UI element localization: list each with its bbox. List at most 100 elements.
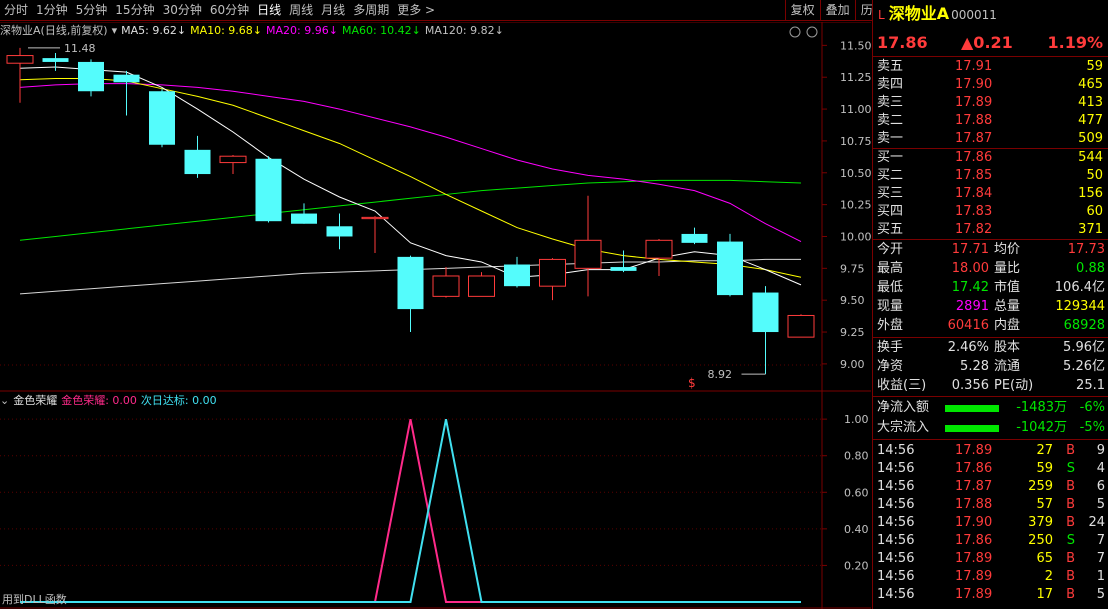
legend-toggle-icon[interactable]: ▾ xyxy=(112,23,118,39)
legend-title: 深物业A(日线,前复权) xyxy=(0,24,108,37)
tab-period[interactable]: 月线 xyxy=(317,0,349,21)
indicator-line xyxy=(20,418,801,603)
last-price: 17.86 xyxy=(877,33,928,52)
bid-label: 买三 xyxy=(877,186,904,201)
stat-value: 2.46% xyxy=(947,340,989,355)
indicator-toggle-icon[interactable]: ⌄ xyxy=(0,393,9,409)
bid-price: 17.85 xyxy=(955,168,993,183)
ask-row: 卖四 17.90 465 xyxy=(873,76,1108,94)
stat-row: 最高 18.00 量比 0.88 xyxy=(873,260,1108,278)
y-tick-label: 9.50 xyxy=(840,294,865,307)
stat-label: 均价 xyxy=(994,242,1021,257)
indicator-line xyxy=(20,418,801,603)
tab-period[interactable]: 分时 xyxy=(0,0,32,21)
ask-label: 卖四 xyxy=(877,77,904,92)
tick-count: 7 xyxy=(1096,551,1105,566)
tab-period[interactable]: 5分钟 xyxy=(72,0,112,21)
dollar-marker: $ xyxy=(688,376,696,390)
ask-volume: 477 xyxy=(1078,113,1103,128)
stat-label: 外盘 xyxy=(877,318,904,333)
candle-body xyxy=(291,213,317,224)
bid-price: 17.82 xyxy=(955,222,993,237)
indicator-tick-label: 0.80 xyxy=(844,450,869,463)
tab-period[interactable]: 多周期 xyxy=(349,0,393,21)
candle-body xyxy=(610,267,637,271)
stock-code: 000011 xyxy=(951,8,997,22)
indicator-name[interactable]: 金色荣耀 xyxy=(13,393,57,409)
stat-label: 换手 xyxy=(877,340,904,355)
stat-value: 5.28 xyxy=(960,359,989,374)
chart-canvas[interactable]: 11.50 11.25 11.00 10.75 10.50 10.25 10.00 9.75 9… xyxy=(0,22,871,609)
tick-volume: 27 xyxy=(1036,443,1053,458)
bid-label: 买二 xyxy=(877,168,904,183)
candle-body xyxy=(468,275,495,297)
candle-body xyxy=(752,292,779,333)
tick-time: 14:56 xyxy=(877,497,915,512)
indicator-tick-label: 0.40 xyxy=(844,523,869,536)
tab-period[interactable]: 日线 xyxy=(253,0,285,21)
candle-body xyxy=(113,74,140,83)
stat-value: 18.00 xyxy=(951,261,989,276)
candle-body xyxy=(255,158,282,222)
stat-label: 总量 xyxy=(994,299,1021,314)
candle-body xyxy=(184,149,211,175)
price-change: ▲0.21 xyxy=(961,33,1013,52)
stat-row: 今开 17.71 均价 17.73 xyxy=(873,241,1108,259)
tick-time: 14:56 xyxy=(877,479,915,494)
y-tick-label: 10.50 xyxy=(840,167,871,180)
stat-label: 收益(三) xyxy=(877,378,927,393)
candle-body xyxy=(787,314,815,338)
ask-label: 卖五 xyxy=(877,59,904,74)
tab-period[interactable]: 30分钟 xyxy=(159,0,206,21)
divider xyxy=(873,239,1108,240)
bid-volume: 156 xyxy=(1078,186,1103,201)
tick-price: 17.86 xyxy=(955,533,993,548)
tick-count: 5 xyxy=(1096,587,1105,602)
tick-time: 14:56 xyxy=(877,515,915,530)
tick-volume: 59 xyxy=(1036,461,1053,476)
bid-volume: 544 xyxy=(1078,150,1103,165)
candle-body xyxy=(574,239,602,269)
chart-area[interactable]: 11.50 11.25 11.00 10.75 10.50 10.25 10.00 9.75 9… xyxy=(0,22,871,609)
price-change-pct: 1.19% xyxy=(1047,33,1103,52)
stat-value: 60416 xyxy=(947,318,989,333)
tick-side: B xyxy=(1066,497,1075,512)
tick-side: B xyxy=(1066,479,1075,494)
tick-time: 14:56 xyxy=(877,569,915,584)
stat-row: 最低 17.42 市值 106.4亿 xyxy=(873,279,1108,297)
tick-price: 17.89 xyxy=(955,569,993,584)
candle-body xyxy=(326,226,353,237)
tick-row: 14:56 17.86 59 S 4 xyxy=(873,460,1108,478)
tab-period[interactable]: 更多 > xyxy=(393,0,439,21)
tab-period[interactable]: 1分钟 xyxy=(32,0,72,21)
indicator-legend: ⌄ 金色荣耀 金色荣耀: 0.00 次日达标: 0.00 xyxy=(0,393,221,409)
tab-period[interactable]: 60分钟 xyxy=(206,0,253,21)
tool-button[interactable]: 复权 xyxy=(784,0,820,21)
tick-volume: 259 xyxy=(1028,479,1053,494)
period-tabs: 分时 1分钟 5分钟 15分钟 30分钟 60分钟 日线 周线 月线 多周期 更多 > xyxy=(0,0,439,21)
circle-icon xyxy=(806,26,818,38)
candle-body xyxy=(645,239,673,259)
stat2-row: 换手 2.46% 股本 5.96亿 xyxy=(873,339,1108,357)
tick-count: 7 xyxy=(1096,533,1105,548)
tab-period[interactable]: 15分钟 xyxy=(111,0,158,21)
stat-value: 17.42 xyxy=(951,280,989,295)
tool-button[interactable]: 叠加 xyxy=(819,0,855,21)
bid-row: 买一 17.86 544 xyxy=(873,149,1108,167)
tick-side: S xyxy=(1066,461,1075,476)
tick-count: 24 xyxy=(1088,515,1105,530)
bid-row: 买二 17.85 50 xyxy=(873,167,1108,185)
ask-label: 卖一 xyxy=(877,131,904,146)
tick-volume: 57 xyxy=(1036,497,1053,512)
ma10-line xyxy=(19,77,802,278)
ask-label: 卖二 xyxy=(877,113,904,128)
tab-period[interactable]: 周线 xyxy=(285,0,317,21)
tick-row: 14:56 17.90 379 B 24 xyxy=(873,514,1108,532)
indicator-tick-label: 1.00 xyxy=(844,413,869,426)
y-tick-label: 10.25 xyxy=(840,199,871,212)
tick-time: 14:56 xyxy=(877,461,915,476)
tick-volume: 65 xyxy=(1036,551,1053,566)
bid-row: 买三 17.84 156 xyxy=(873,185,1108,203)
bid-volume: 371 xyxy=(1078,222,1103,237)
stat-value: 0.356 xyxy=(951,378,989,393)
